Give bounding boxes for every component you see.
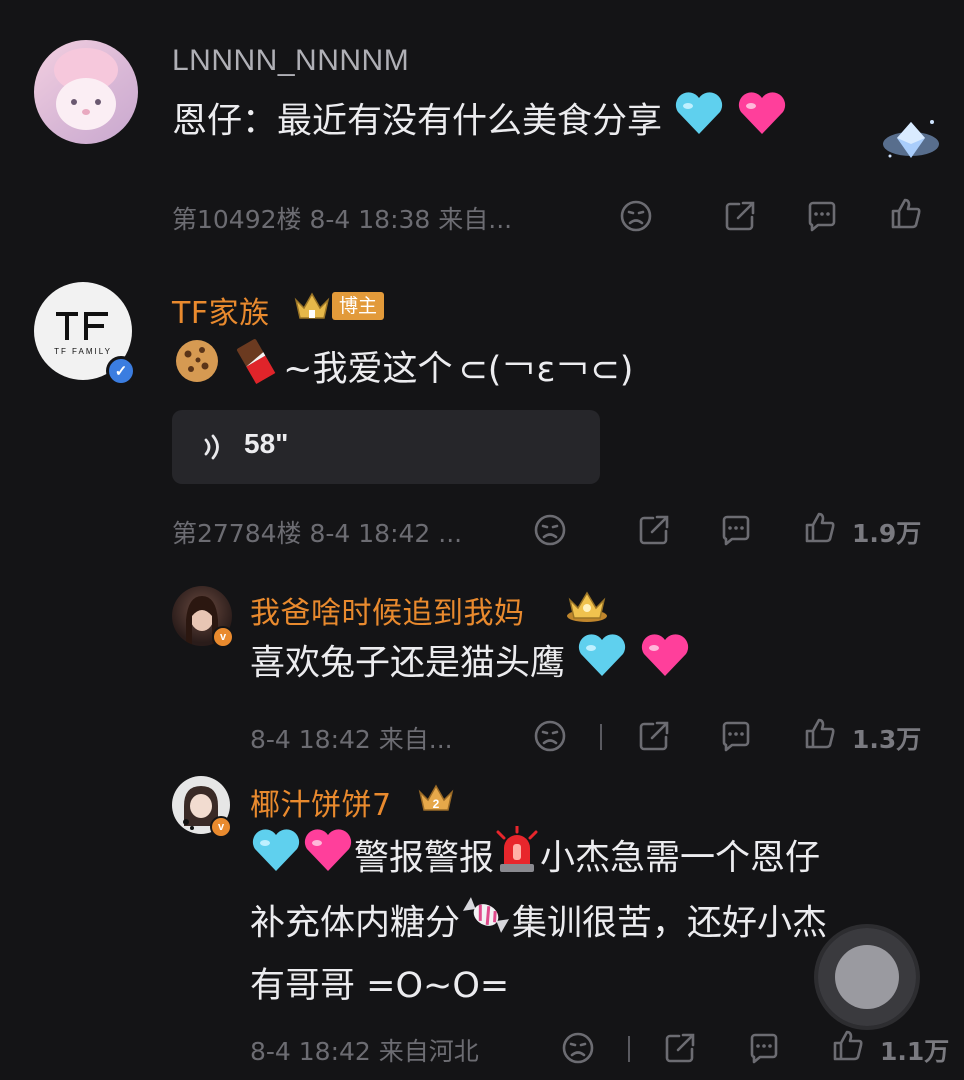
like-icon[interactable] — [802, 716, 838, 752]
username[interactable]: 我爸啥时候追到我妈 — [250, 588, 525, 632]
avatar-text: TF FAMILY — [54, 347, 112, 356]
like-icon[interactable] — [830, 1028, 866, 1064]
siren-icon — [494, 824, 540, 893]
dislike-icon[interactable] — [532, 718, 568, 754]
comment-body: 喜欢兔子还是猫头鹰 — [250, 643, 566, 684]
voice-wave-icon — [198, 432, 228, 466]
voice-message[interactable]: 58" — [172, 410, 600, 484]
username[interactable]: TF家族 — [172, 288, 270, 332]
comment-text: 喜欢兔子还是猫头鹰 — [250, 632, 691, 697]
username[interactable]: LNNNN_NNNNM — [172, 44, 409, 78]
comment-body: 补充体内糖分 — [250, 903, 461, 944]
like-icon[interactable] — [888, 196, 924, 232]
crown-level-icon — [292, 288, 332, 324]
comment-body: 警报警报 — [354, 838, 495, 879]
comment-icon[interactable] — [804, 198, 840, 234]
comment-meta: 第27784楼 8-4 18:42 ... — [172, 519, 463, 548]
floating-action-button[interactable] — [818, 928, 916, 1026]
comment-meta: 第10492楼 8-4 18:38 来自... — [172, 205, 513, 234]
comment-line: 警报警报 小杰急需一个恩仔 — [250, 824, 827, 893]
comment-body: ~我爱这个 — [283, 349, 453, 390]
like-count: 1.9万 — [852, 519, 922, 548]
like-count: 1.1万 — [880, 1037, 950, 1066]
divider — [600, 724, 602, 750]
username-text: TF家族 — [172, 296, 270, 331]
kaomoji: ⊂(￢ε￢⊂) — [458, 349, 634, 390]
pink-heart-icon — [639, 632, 691, 697]
blogger-badge: 博主 — [332, 292, 384, 320]
chocolate-bar-icon — [233, 336, 283, 405]
floating-button-core — [835, 945, 899, 1009]
verified-badge-icon: ✓ — [106, 356, 136, 386]
verified-badge-icon: v — [212, 626, 234, 648]
light-blue-heart-icon — [250, 827, 302, 892]
comment-body: 集训很苦，还好小杰 — [512, 903, 828, 944]
svg-text:2: 2 — [433, 797, 440, 811]
comment-icon[interactable] — [746, 1030, 782, 1066]
username-text: 我爸啥时候追到我妈 — [250, 596, 525, 631]
verified-badge-icon: v — [210, 816, 232, 838]
comment-meta: 8-4 18:42 来自河北 — [250, 1037, 479, 1066]
comment-meta: 8-4 18:42 来自... — [250, 725, 453, 754]
cookie-icon — [172, 336, 222, 405]
dislike-icon[interactable] — [618, 198, 654, 234]
comment-icon[interactable] — [718, 718, 754, 754]
pink-heart-icon — [302, 827, 354, 892]
share-icon[interactable] — [722, 198, 758, 234]
crown-level-icon — [564, 588, 610, 624]
comment-icon[interactable] — [718, 512, 754, 548]
divider — [628, 1036, 630, 1062]
comment-body: 恩仔：最近有没有什么美食分享 — [172, 101, 663, 142]
comment-text: ~我爱这个 ⊂(￢ε￢⊂) — [172, 336, 633, 405]
comment-line: 补充体内糖分 集训很苦，还好小杰 — [250, 893, 827, 956]
dislike-icon[interactable] — [532, 512, 568, 548]
candy-icon — [460, 893, 512, 956]
crown-level-icon: 2 — [416, 780, 456, 816]
username-text: 椰汁饼饼7 — [250, 788, 392, 823]
comment-line: 有哥哥 =O~O= — [250, 966, 510, 1006]
username[interactable]: 椰汁饼饼7 — [250, 780, 392, 824]
comment-body: 小杰急需一个恩仔 — [540, 838, 821, 879]
avatar[interactable] — [34, 40, 138, 144]
light-blue-heart-icon — [673, 90, 725, 155]
share-icon[interactable] — [662, 1030, 698, 1066]
like-icon[interactable] — [802, 510, 838, 546]
comment-text: 警报警报 小杰急需一个恩仔 补充体内糖分 集训很苦，还好小杰 有哥哥 =O~O= — [250, 824, 827, 1016]
like-count: 1.3万 — [852, 725, 922, 754]
dislike-icon[interactable] — [560, 1030, 596, 1066]
light-blue-heart-icon — [576, 632, 628, 697]
voice-duration: 58" — [244, 428, 289, 459]
pink-heart-icon — [736, 90, 788, 155]
diamond-badge-icon — [880, 114, 942, 166]
share-icon[interactable] — [636, 512, 672, 548]
comment-text: 恩仔：最近有没有什么美食分享 — [172, 90, 788, 155]
share-icon[interactable] — [636, 718, 672, 754]
